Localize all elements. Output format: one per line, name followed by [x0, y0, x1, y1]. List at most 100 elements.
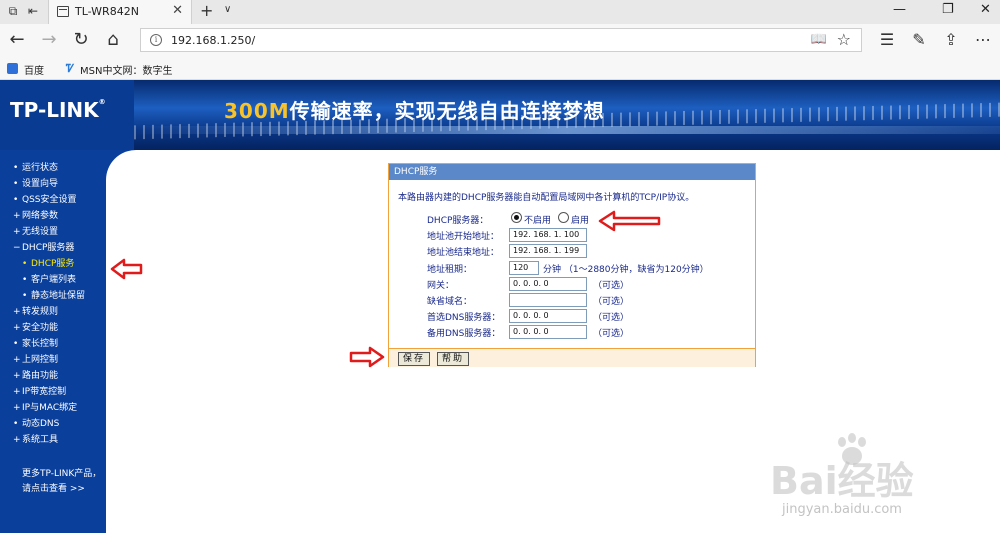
new-tab-icon[interactable]: + [200, 1, 213, 20]
lease-input[interactable]: 120 [509, 261, 539, 275]
restore-icon[interactable]: ❐ [942, 2, 954, 17]
minimize-icon[interactable]: — [893, 2, 906, 17]
sidebar-item[interactable]: • 运行状态 [0, 160, 106, 176]
tab-router[interactable]: TL-WR842N ✕ [48, 0, 192, 24]
close-tab-icon[interactable]: ✕ [172, 3, 183, 18]
annotation-arrow-left-icon [598, 210, 661, 232]
back-icon[interactable]: ← [6, 29, 28, 51]
bullet-icon: + [13, 323, 21, 333]
dns2-input[interactable]: 0. 0. 0. 0 [509, 325, 587, 339]
help-button[interactable]: 帮助 [437, 352, 469, 366]
bullet-icon: + [13, 387, 21, 397]
bullet-icon: + [13, 371, 21, 381]
browser-nav-bar: ← → ↻ ⌂ i 192.168.1.250/ 📖 ☆ ☰ ✎ ⇪ ⋯ [0, 24, 1000, 57]
bullet-icon: + [13, 355, 21, 365]
radio-enable[interactable] [558, 212, 569, 223]
url-text[interactable]: 192.168.1.250/ [171, 34, 255, 47]
sidebar-item[interactable]: • QSS安全设置 [0, 192, 106, 208]
bullet-icon: + [13, 403, 21, 413]
sidebar-item-label: 运行状态 [22, 163, 59, 173]
sidebar-item-label: IP与MAC绑定 [22, 403, 78, 413]
window-close-icon[interactable]: ✕ [980, 2, 991, 17]
set-aside-tabs-icon[interactable]: ⇤ [26, 4, 40, 18]
sidebar-item[interactable]: • DHCP服务 [0, 256, 106, 272]
dns2-label: 备用DNS服务器： [427, 329, 501, 339]
tab-title: TL-WR842N [75, 5, 139, 18]
more-products-link[interactable]: 更多TP-LINK产品， 请点击查看 >> [22, 467, 101, 497]
reading-view-icon[interactable]: 📖 [811, 32, 827, 47]
pool-start-input[interactable]: 192. 168. 1. 100 [509, 228, 587, 242]
sidebar: • 运行状态 • 设置向导 • QSS安全设置 + 网络参数 + 无线设置 − DHCP服务器 • DHC… [0, 150, 106, 533]
pen-icon[interactable]: ✎ [908, 30, 930, 49]
sidebar-item-label: 无线设置 [22, 227, 59, 237]
sidebar-item[interactable]: + 路由功能 [0, 368, 106, 384]
bullet-icon: + [13, 307, 21, 317]
sidebar-item-label: 家长控制 [22, 339, 59, 349]
baidu-icon [7, 63, 18, 74]
sidebar-item[interactable]: • 客户端列表 [0, 272, 106, 288]
favorite-msn[interactable]: MSN中文网：数字生 [80, 62, 172, 77]
share-icon[interactable]: ⇪ [940, 30, 962, 49]
favorite-baidu[interactable]: 百度 [24, 62, 44, 77]
sidebar-item[interactable]: + 网络参数 [0, 208, 106, 224]
router-banner: TP-LINK® 300M传输速率，实现无线自由连接梦想 [0, 80, 1000, 150]
lease-hint: 分钟 （1～2880分钟，缺省为120分钟） [543, 265, 709, 275]
watermark-url: jingyan.baidu.com [782, 502, 902, 517]
sidebar-item[interactable]: + 上网控制 [0, 352, 106, 368]
dhcp-server-label: DHCP服务器： [427, 216, 489, 226]
sidebar-item[interactable]: • 静态地址保留 [0, 288, 106, 304]
info-icon[interactable]: i [150, 34, 162, 46]
refresh-icon[interactable]: ↻ [70, 29, 92, 51]
bullet-icon: + [13, 227, 21, 237]
save-button[interactable]: 保存 [398, 352, 430, 366]
sidebar-item[interactable]: + 安全功能 [0, 320, 106, 336]
panel-title: DHCP服务 [389, 164, 755, 180]
pool-start-label: 地址池开始地址： [427, 232, 500, 242]
star-icon[interactable]: ☆ [837, 30, 851, 49]
dns1-label: 首选DNS服务器： [427, 313, 501, 323]
dns1-hint: （可选） [593, 313, 630, 323]
dns1-input[interactable]: 0. 0. 0. 0 [509, 309, 587, 323]
domain-hint: （可选） [593, 297, 630, 307]
bullet-icon: • [22, 259, 28, 269]
bullet-icon: • [13, 339, 19, 349]
banner-slogan: 300M传输速率，实现无线自由连接梦想 [224, 99, 605, 123]
sidebar-item-label: 网络参数 [22, 211, 59, 221]
tab-actions-icon[interactable]: ⧉ [6, 4, 20, 18]
chevron-down-icon[interactable]: ∨ [224, 4, 231, 15]
sidebar-item[interactable]: • 动态DNS [0, 416, 106, 432]
sidebar-item-label: 动态DNS [22, 419, 60, 429]
forward-icon[interactable]: → [38, 29, 60, 51]
baidu-jingyan-watermark: Bai经验 jingyan.baidu.com [762, 430, 992, 525]
sidebar-item[interactable]: + 系统工具 [0, 432, 106, 448]
annotation-arrow-right-icon [349, 346, 385, 368]
screen: ⧉ ⇤ TL-WR842N ✕ + ∨ — ❐ ✕ ← → ↻ ⌂ i 192.… [0, 0, 1000, 533]
sidebar-item-label: QSS安全设置 [22, 195, 77, 205]
sidebar-item[interactable]: + IP与MAC绑定 [0, 400, 106, 416]
sidebar-item[interactable]: + IP带宽控制 [0, 384, 106, 400]
radio-disable-label[interactable]: 不启用 [524, 213, 551, 226]
page-icon [57, 6, 69, 17]
sidebar-item[interactable]: • 家长控制 [0, 336, 106, 352]
sidebar-item-label: 安全功能 [22, 323, 59, 333]
sidebar-item-label: 客户端列表 [31, 275, 77, 285]
radio-disable[interactable] [511, 212, 522, 223]
sidebar-item-label: 设置向导 [22, 179, 59, 189]
sidebar-item[interactable]: + 无线设置 [0, 224, 106, 240]
home-icon[interactable]: ⌂ [102, 29, 124, 51]
sidebar-item[interactable]: − DHCP服务器 [0, 240, 106, 256]
more-icon[interactable]: ⋯ [972, 30, 994, 49]
sidebar-item[interactable]: • 设置向导 [0, 176, 106, 192]
favorites-hub-icon[interactable]: ☰ [876, 30, 898, 49]
gateway-input[interactable]: 0. 0. 0. 0 [509, 277, 587, 291]
sidebar-item-label: 静态地址保留 [31, 291, 86, 301]
sidebar-item-label: DHCP服务 [31, 259, 75, 269]
address-bar[interactable]: i 192.168.1.250/ 📖 ☆ [140, 28, 862, 52]
lease-label: 地址租期： [427, 265, 473, 275]
sidebar-item-label: 上网控制 [22, 355, 59, 365]
radio-enable-label[interactable]: 启用 [571, 213, 589, 226]
sidebar-item[interactable]: + 转发规则 [0, 304, 106, 320]
pool-end-input[interactable]: 192. 168. 1. 199 [509, 244, 587, 258]
domain-label: 缺省域名： [427, 297, 473, 307]
domain-input[interactable] [509, 293, 587, 307]
